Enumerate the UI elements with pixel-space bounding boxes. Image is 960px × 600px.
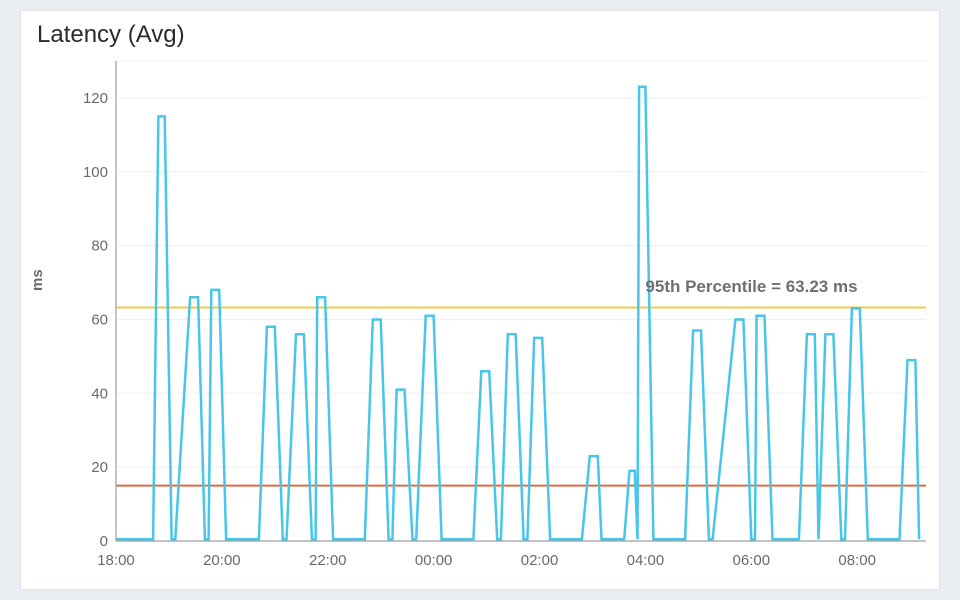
svg-text:0: 0 <box>100 533 108 550</box>
svg-text:20:00: 20:00 <box>203 552 241 569</box>
svg-text:04:00: 04:00 <box>627 552 665 569</box>
svg-text:80: 80 <box>91 238 108 255</box>
svg-text:06:00: 06:00 <box>733 552 771 569</box>
y-axis-label: ms <box>29 269 46 291</box>
svg-text:120: 120 <box>83 90 108 107</box>
svg-text:08:00: 08:00 <box>838 552 876 569</box>
svg-text:02:00: 02:00 <box>521 552 559 569</box>
svg-text:40: 40 <box>91 385 108 402</box>
svg-text:60: 60 <box>91 311 108 328</box>
svg-text:18:00: 18:00 <box>97 552 135 569</box>
chart-title: Latency (Avg) <box>37 21 185 49</box>
svg-text:00:00: 00:00 <box>415 552 453 569</box>
svg-text:100: 100 <box>83 164 108 181</box>
chart-card: Latency (Avg) ms 0 20 40 60 80 100 120 18:00 20:… <box>20 10 940 590</box>
svg-text:20: 20 <box>91 459 108 476</box>
svg-text:22:00: 22:00 <box>309 552 347 569</box>
percentile-annotation: 95th Percentile = 63.23 ms <box>645 277 857 297</box>
chart-plot: 0 20 40 60 80 100 120 18:00 20:00 22:00 00:00 02:00… <box>61 51 931 581</box>
